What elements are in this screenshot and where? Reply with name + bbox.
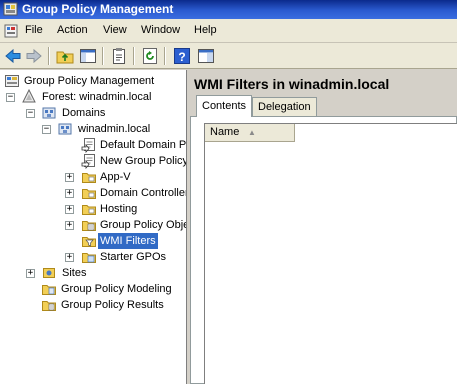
tree-label-sites: Sites: [62, 267, 87, 279]
tree-label-results: Group Policy Results: [61, 299, 164, 311]
toolbar-separator: [133, 47, 135, 65]
menu-action[interactable]: Action: [57, 24, 88, 36]
column-header-label: Name: [210, 126, 240, 138]
expand-toggle[interactable]: +: [26, 269, 35, 278]
wmi-filter-icon: [82, 237, 96, 247]
tab-delegation[interactable]: Delegation: [252, 97, 317, 117]
back-icon[interactable]: [3, 46, 23, 66]
tree-node-domains[interactable]: − Domains: [26, 105, 184, 121]
tree-label-domain-controllers: Domain Controller: [100, 187, 187, 199]
tab-panel: Name ▲: [190, 116, 457, 384]
console-icon[interactable]: [196, 46, 216, 66]
sort-ascending-icon: ▲: [248, 128, 256, 137]
tree-node-ou[interactable]: + Hosting: [65, 201, 186, 217]
expand-toggle[interactable]: +: [65, 205, 74, 214]
tree-node-forest[interactable]: − Forest: winadmin.local: [6, 89, 184, 105]
tree-label-new-group-policy: New Group Policy: [100, 155, 187, 167]
expand-toggle[interactable]: +: [65, 221, 74, 230]
tree-label-root: Group Policy Management: [24, 75, 155, 87]
collapse-toggle[interactable]: −: [26, 109, 35, 118]
tab-contents[interactable]: Contents: [196, 95, 253, 117]
expand-toggle[interactable]: +: [65, 189, 74, 198]
tree-node-modeling[interactable]: Group Policy Modeling: [41, 281, 184, 297]
system-menu-icon[interactable]: [3, 23, 19, 39]
domains-icon: [42, 107, 56, 119]
expand-toggle[interactable]: +: [65, 173, 74, 182]
help-icon[interactable]: ?: [172, 46, 192, 66]
show-hide-tree-icon[interactable]: [78, 46, 98, 66]
ou-folder-icon: [82, 205, 96, 215]
properties-icon[interactable]: [109, 46, 129, 66]
gpo-folder-icon: [82, 221, 96, 231]
gpmc-root-icon: [5, 75, 19, 87]
tree-node-ou[interactable]: + App-V: [65, 169, 186, 185]
menu-help[interactable]: Help: [194, 24, 217, 36]
results-icon: [42, 301, 56, 311]
tree-node-ou[interactable]: + Domain Controller: [65, 185, 187, 201]
window-title: Group Policy Management: [22, 2, 174, 16]
ou-folder-icon: [82, 189, 96, 199]
tree-label-hosting: Hosting: [100, 203, 138, 215]
menu-bar: File Action View Window Help: [0, 19, 457, 43]
gpmc-app-icon: [3, 2, 18, 16]
svg-text:?: ?: [178, 50, 185, 64]
toolbar: ?: [0, 43, 457, 69]
menu-window[interactable]: Window: [141, 24, 180, 36]
console-tree[interactable]: Group Policy Management − Forest: winadm…: [0, 70, 187, 384]
tree-node-starter-gpos[interactable]: + Starter GPOs: [65, 249, 186, 265]
gpo-link-icon: [81, 138, 95, 153]
column-header-name[interactable]: Name ▲: [205, 124, 295, 142]
wmi-filter-list[interactable]: Name ▲: [204, 123, 457, 384]
toolbar-separator: [164, 47, 166, 65]
tree-label-domain: winadmin.local: [78, 123, 151, 135]
tree-label-wmi-filters: WMI Filters: [98, 233, 158, 249]
title-bar: Group Policy Management: [0, 0, 457, 19]
tree-label-app-v: App-V: [100, 171, 131, 183]
tree-node-sites[interactable]: + Sites: [26, 265, 184, 281]
ou-folder-icon: [82, 173, 96, 183]
collapse-toggle[interactable]: −: [42, 125, 51, 134]
tree-label-group-policy-objects: Group Policy Obje: [100, 219, 187, 231]
domain-icon: [58, 123, 72, 135]
menu-file[interactable]: File: [25, 24, 43, 36]
refresh-icon[interactable]: [140, 46, 160, 66]
gpo-link-icon: [81, 154, 95, 169]
tree-label-starter-gpos: Starter GPOs: [100, 251, 167, 263]
expand-toggle[interactable]: +: [65, 253, 74, 262]
starter-gpo-folder-icon: [82, 253, 96, 263]
tree-node-root[interactable]: Group Policy Management: [4, 73, 184, 89]
details-heading: WMI Filters in winadmin.local: [194, 76, 390, 92]
tree-label-forest: Forest: winadmin.local: [42, 91, 152, 103]
details-pane: WMI Filters in winadmin.local Contents D…: [188, 70, 457, 384]
sites-icon: [43, 268, 55, 278]
toolbar-separator: [102, 47, 104, 65]
tree-node-gpo-container[interactable]: + Group Policy Obje: [65, 217, 187, 233]
forward-icon[interactable]: [24, 46, 44, 66]
toolbar-separator: [48, 47, 50, 65]
tree-label-default-domain-policy: Default Domain Po: [100, 139, 187, 151]
tree-node-domain[interactable]: − winadmin.local: [42, 121, 184, 137]
tree-node-gpo-link[interactable]: Default Domain Po: [81, 137, 187, 153]
tree-label-domains: Domains: [62, 107, 106, 119]
up-folder-icon[interactable]: [55, 46, 75, 66]
tree-node-gpo-link[interactable]: New Group Policy: [81, 153, 187, 169]
forest-icon: [22, 89, 36, 103]
modeling-icon: [42, 285, 56, 295]
tree-node-results[interactable]: Group Policy Results: [41, 297, 184, 313]
tree-label-modeling: Group Policy Modeling: [61, 283, 172, 295]
menu-view[interactable]: View: [103, 24, 127, 36]
tree-node-wmi-filters[interactable]: WMI Filters: [81, 233, 186, 249]
collapse-toggle[interactable]: −: [6, 93, 15, 102]
